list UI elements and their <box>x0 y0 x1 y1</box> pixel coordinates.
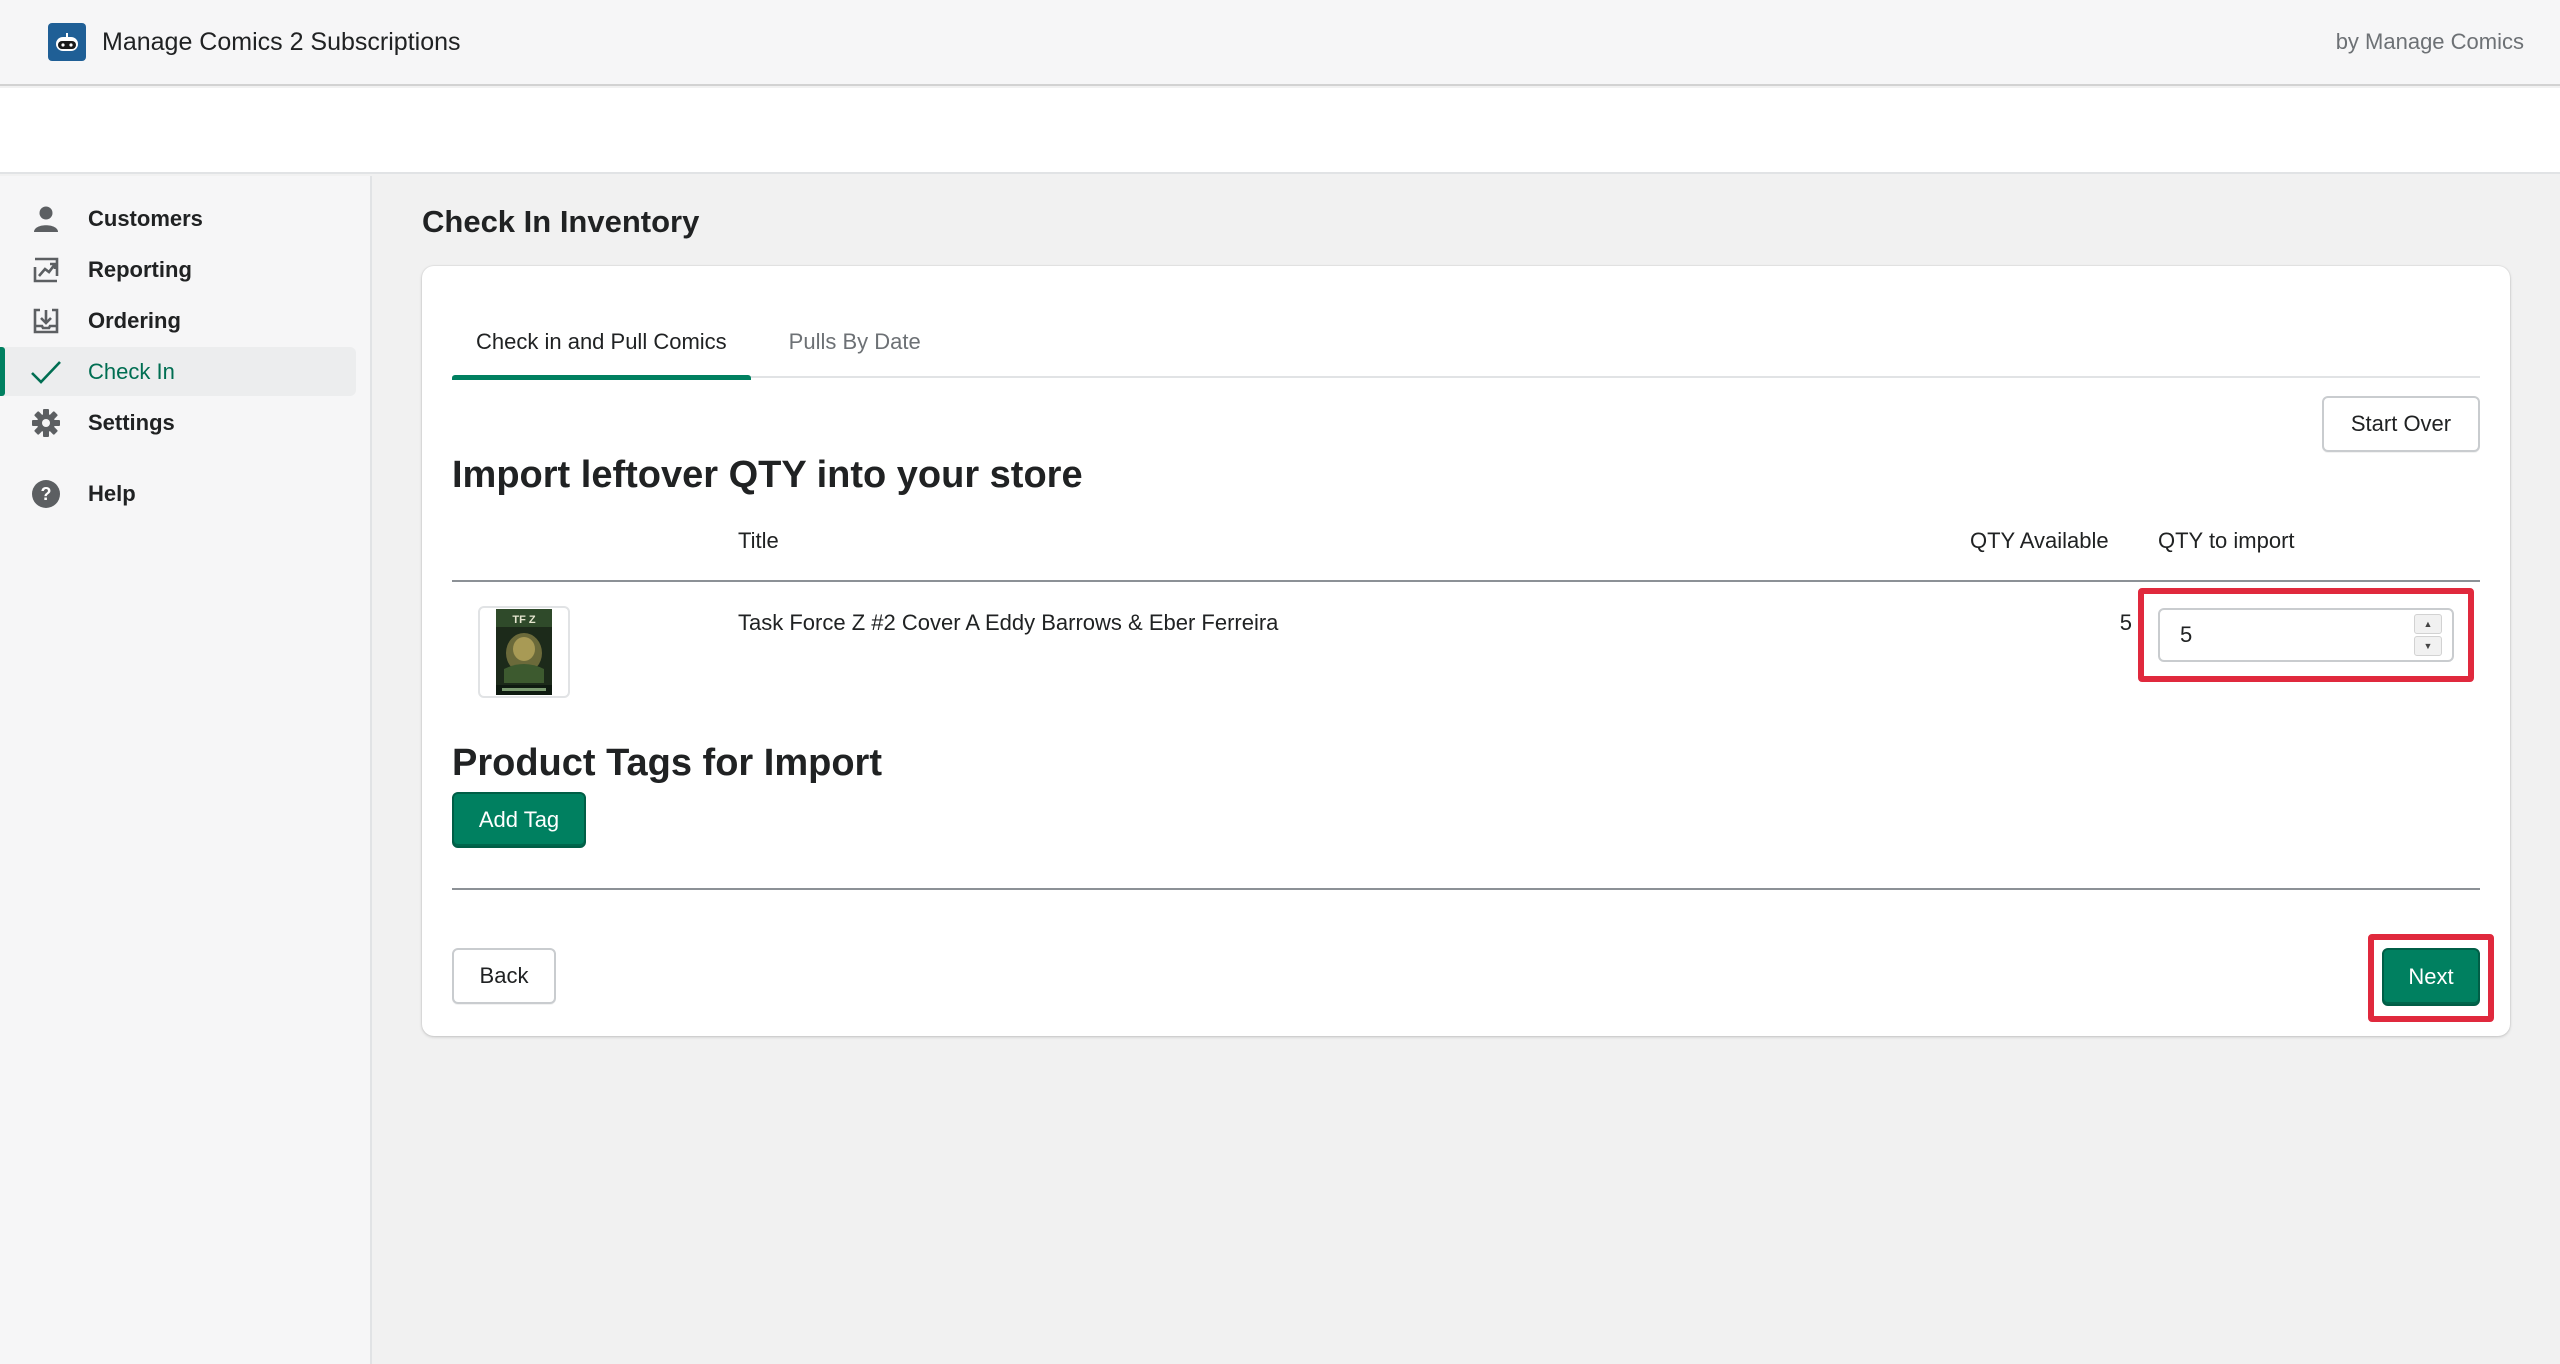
add-tag-button[interactable]: Add Tag <box>452 792 586 848</box>
app-header: Manage Comics 2 Subscriptions by Manage … <box>0 0 2560 86</box>
qty-to-import-input[interactable]: 5 ▲ ▼ <box>2158 608 2454 662</box>
check-in-card: Check in and Pull Comics Pulls By Date S… <box>422 266 2510 1036</box>
column-header-qty-to-import: QTY to import <box>2158 528 2295 553</box>
column-header-title: Title <box>738 528 779 553</box>
import-heading: Import leftover QTY into your store <box>452 454 1083 496</box>
svg-text:TF Z: TF Z <box>512 614 535 626</box>
stepper-up-icon[interactable]: ▲ <box>2414 614 2442 634</box>
app-brand: Manage Comics 2 Subscriptions <box>48 23 461 61</box>
qty-stepper[interactable]: ▲ ▼ <box>2414 614 2442 656</box>
sidebar-item-label: Customers <box>88 205 203 231</box>
sidebar-item-label: Reporting <box>88 256 192 282</box>
sidebar-item-label: Ordering <box>88 307 181 333</box>
sidebar-item-customers[interactable]: Customers <box>0 194 356 243</box>
sidebar-item-ordering[interactable]: Ordering <box>0 296 356 345</box>
svg-text:?: ? <box>41 484 52 504</box>
column-header-qty-available: QTY Available <box>1970 528 2109 553</box>
sidebar-item-check-in[interactable]: Check In <box>0 347 356 396</box>
checkmark-icon <box>30 356 62 388</box>
chart-icon <box>30 254 62 286</box>
title-bar-strip <box>0 88 2560 174</box>
tab-check-in-and-pull[interactable]: Check in and Pull Comics <box>452 306 751 380</box>
footer-divider <box>452 888 2480 890</box>
sidebar-item-help[interactable]: ? Help <box>0 469 356 518</box>
download-box-icon <box>30 305 62 337</box>
sidebar-item-label: Settings <box>88 409 175 435</box>
tags-heading: Product Tags for Import <box>452 742 882 784</box>
sidebar-item-settings[interactable]: Settings <box>0 398 356 447</box>
qty-input-value: 5 <box>2180 622 2193 647</box>
robot-face-icon <box>48 23 86 61</box>
tab-bar: Check in and Pull Comics Pulls By Date <box>452 306 2480 380</box>
page-title: Check In Inventory <box>422 204 700 239</box>
comic-cover-thumbnail: TF Z <box>478 606 570 698</box>
app-title: Manage Comics 2 Subscriptions <box>102 27 461 56</box>
sidebar-item-label: Help <box>88 480 136 506</box>
question-circle-icon: ? <box>30 478 62 510</box>
row-title: Task Force Z #2 Cover A Eddy Barrows & E… <box>738 610 1279 635</box>
sidebar-item-reporting[interactable]: Reporting <box>0 245 356 294</box>
app-byline: by Manage Comics <box>2335 29 2524 54</box>
back-button[interactable]: Back <box>452 948 556 1004</box>
row-qty-available: 5 <box>2119 610 2132 635</box>
sidebar: Customers Reporting Ordering Check In Se… <box>0 176 372 1364</box>
next-button[interactable]: Next <box>2382 948 2480 1006</box>
sidebar-item-label: Check In <box>88 358 175 384</box>
start-over-button[interactable]: Start Over <box>2322 396 2480 452</box>
tab-pulls-by-date[interactable]: Pulls By Date <box>765 306 945 378</box>
table-header-divider <box>452 580 2480 582</box>
stepper-down-icon[interactable]: ▼ <box>2414 636 2442 656</box>
person-icon <box>30 203 62 235</box>
gear-icon <box>30 407 62 439</box>
